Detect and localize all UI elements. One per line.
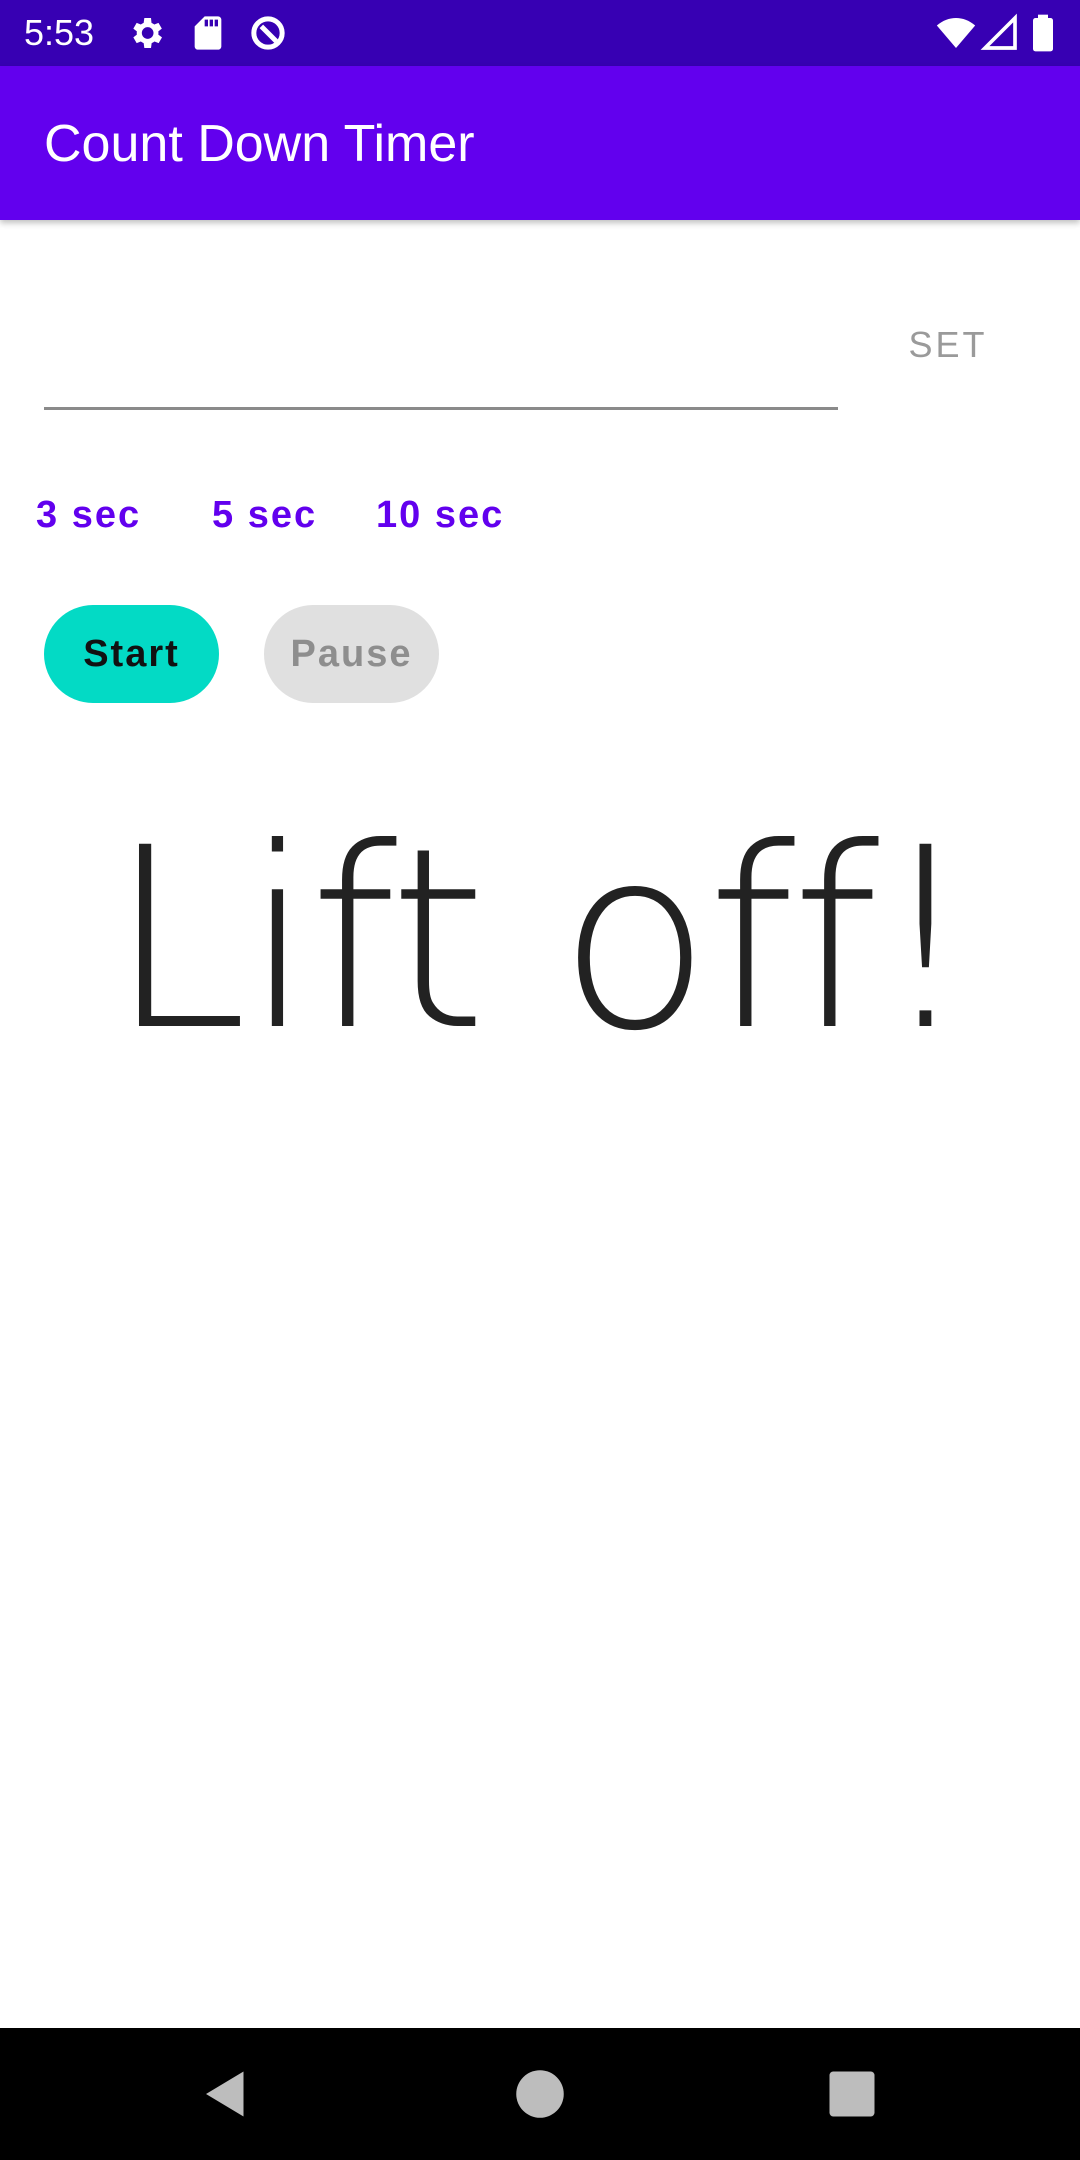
recents-icon[interactable]	[822, 2064, 882, 2124]
cell-signal-icon	[980, 13, 1017, 50]
preset-10-sec-button[interactable]: 10 sec	[376, 480, 526, 550]
pause-button[interactable]: Pause	[264, 605, 439, 703]
timer-display: Lift off!	[108, 794, 975, 1085]
sd-card-icon	[194, 16, 222, 50]
wifi-icon	[936, 18, 976, 48]
page-title: Count Down Timer	[44, 115, 475, 173]
app-bar: Count Down Timer	[0, 66, 1080, 220]
gear-icon	[133, 18, 162, 48]
navigation-bar	[0, 2028, 1080, 2160]
set-button[interactable]: SET	[880, 308, 1016, 380]
data-saver-icon	[251, 16, 285, 50]
back-icon[interactable]	[196, 2064, 256, 2124]
start-button[interactable]: Start	[44, 605, 219, 703]
timer-seconds-input[interactable]	[44, 300, 838, 410]
home-icon[interactable]	[510, 2064, 570, 2124]
battery-icon	[1033, 14, 1053, 52]
preset-5-sec-button[interactable]: 5 sec	[212, 480, 342, 550]
status-time: 5:53	[24, 12, 95, 53]
preset-3-sec-button[interactable]: 3 sec	[36, 480, 166, 550]
status-bar: 5:53	[0, 0, 1080, 66]
